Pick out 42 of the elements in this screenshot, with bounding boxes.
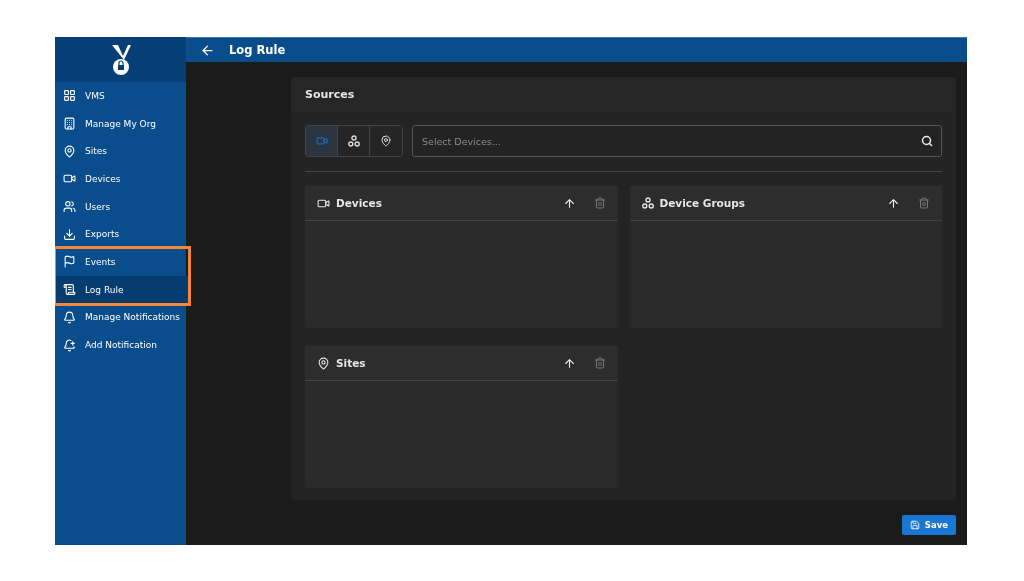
sidebar-item[interactable]: VMS bbox=[55, 82, 186, 110]
save-icon bbox=[909, 520, 920, 530]
sidebar-item[interactable]: Exports bbox=[55, 220, 186, 249]
arrow-up-icon[interactable] bbox=[562, 196, 576, 210]
trash-icon[interactable] bbox=[918, 197, 930, 209]
download-icon bbox=[63, 227, 76, 241]
sidebar-item[interactable]: Devices bbox=[55, 165, 186, 193]
sidebar-item[interactable]: Add Notification bbox=[55, 331, 186, 359]
building-icon bbox=[63, 117, 76, 131]
page-title: Log Rule bbox=[229, 43, 286, 57]
card-title: Sources bbox=[305, 88, 355, 101]
arrow-up-icon[interactable] bbox=[887, 196, 900, 210]
sidebar-item[interactable]: Sites bbox=[55, 137, 186, 166]
panel-title: Sites bbox=[336, 357, 367, 369]
map-pin-icon bbox=[63, 144, 76, 158]
sidebar-item[interactable]: Manage My Org bbox=[55, 109, 186, 138]
back-icon[interactable] bbox=[200, 42, 215, 58]
sidebar-item[interactable]: Users bbox=[55, 192, 186, 221]
sidebar-item[interactable]: Manage Notifications bbox=[55, 303, 186, 332]
arrow-up-icon[interactable] bbox=[562, 356, 576, 370]
groups-icon bbox=[641, 197, 654, 209]
map-pin-icon bbox=[317, 356, 330, 370]
search-field[interactable]: Select Devices... bbox=[412, 125, 942, 157]
camera-icon bbox=[315, 135, 328, 147]
source-type-toggle[interactable] bbox=[306, 126, 338, 156]
users-icon bbox=[63, 200, 76, 214]
flag-icon bbox=[63, 255, 76, 269]
panel-title: Device Groups bbox=[659, 197, 747, 209]
save-button[interactable]: Save bbox=[901, 515, 956, 535]
sidebar-item[interactable]: Events bbox=[55, 248, 189, 276]
logo bbox=[109, 43, 132, 76]
trash-icon[interactable] bbox=[593, 197, 606, 209]
trash-icon[interactable] bbox=[593, 357, 606, 369]
map-pin-icon bbox=[380, 135, 392, 147]
panel-title: Devices bbox=[336, 197, 383, 209]
search-icon[interactable] bbox=[921, 135, 933, 147]
scroll-icon bbox=[63, 283, 76, 297]
bell-icon bbox=[63, 310, 76, 324]
bell-plus-icon bbox=[63, 338, 76, 352]
groups-icon bbox=[347, 135, 360, 147]
sidebar-item[interactable]: Log Rule bbox=[55, 275, 189, 304]
grid-icon bbox=[63, 89, 76, 103]
